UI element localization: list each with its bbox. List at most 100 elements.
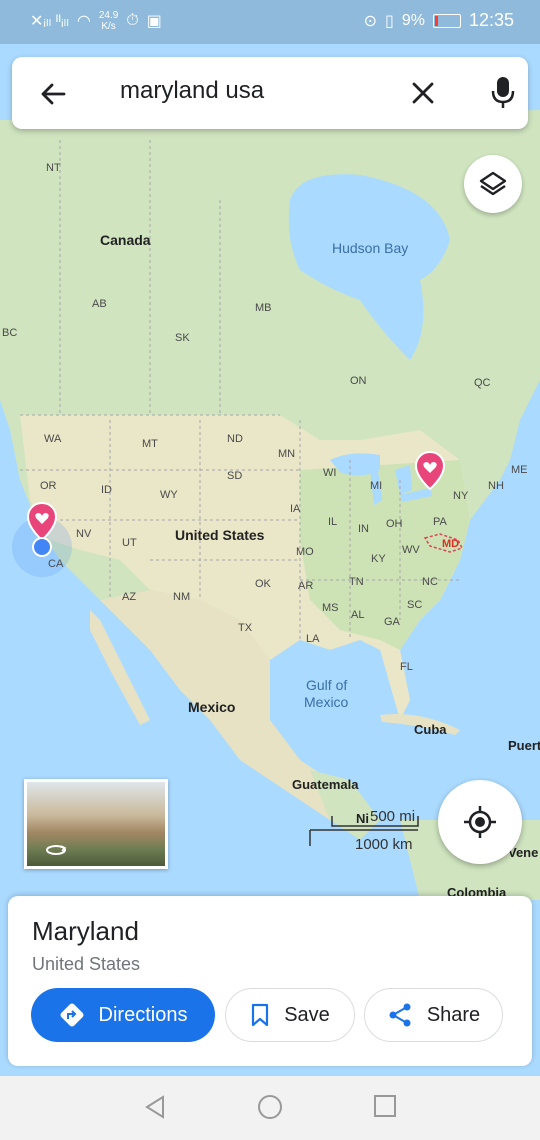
- map-label-qc: QC: [474, 377, 491, 389]
- map-label-sc: SC: [407, 599, 423, 611]
- battery-percent: 9%: [401, 11, 425, 29]
- map-label-ga: GA: [384, 616, 400, 628]
- map-label-nm: NM: [173, 591, 191, 603]
- map-label-wv: WV: [402, 544, 420, 556]
- map-label-pa: PA: [433, 516, 447, 528]
- map-label-ab: AB: [92, 298, 107, 310]
- search-bar[interactable]: maryland usa: [12, 57, 528, 129]
- vibrate-icon: ▯: [385, 12, 394, 30]
- back-arrow-icon[interactable]: [38, 79, 68, 109]
- map-label-ok: OK: [255, 578, 271, 590]
- map-label-ky: KY: [371, 553, 386, 565]
- map-label-mb: MB: [255, 302, 272, 314]
- network-speed: 24.9 K/s: [99, 10, 118, 32]
- map-label-mi: MI: [370, 480, 383, 492]
- share-icon: [389, 1003, 411, 1027]
- map-label-wi: WI: [323, 467, 337, 479]
- clock: 12:35: [468, 10, 514, 30]
- map-label-tx: TX: [238, 622, 253, 634]
- map-label-sd: SD: [227, 470, 243, 482]
- map-label-in: IN: [358, 523, 369, 535]
- map-label-sk: SK: [175, 332, 190, 344]
- map-label-ut: UT: [122, 537, 137, 549]
- system-nav-bar: [0, 1076, 540, 1140]
- map-label-mn: MN: [278, 448, 296, 460]
- map-label-gulf: Gulf of: [306, 677, 348, 693]
- map-label-canada: Canada: [100, 232, 151, 248]
- nav-home-button[interactable]: [257, 1094, 283, 1125]
- map-label-nh: NH: [488, 480, 504, 492]
- place-details-sheet[interactable]: Maryland United States Directions Save S…: [8, 896, 532, 1066]
- map-label-ms: MS: [322, 602, 339, 614]
- wifi-icon: ◠: [76, 13, 91, 30]
- clear-search-icon[interactable]: [407, 77, 439, 109]
- map-label-mexico-water: Mexico: [304, 694, 349, 710]
- nav-back-button[interactable]: [143, 1094, 167, 1125]
- scale-miles: 500 mi: [370, 808, 416, 825]
- map-layers-button[interactable]: [464, 155, 522, 213]
- map-label-fl: FL: [400, 661, 413, 673]
- map-label-il: IL: [328, 516, 338, 528]
- alarm-icon: ⏱: [126, 12, 139, 29]
- map-label-nc: NC: [422, 576, 438, 588]
- map-label-oh: OH: [386, 518, 403, 530]
- nav-recents-icon: [374, 1095, 396, 1117]
- map-label-al: AL: [351, 609, 365, 621]
- layers-icon: [479, 171, 507, 196]
- map-label-mo: MO: [296, 546, 314, 558]
- share-button[interactable]: Share: [364, 988, 503, 1042]
- network-speed-unit: K/s: [101, 21, 116, 32]
- signal-icon: ✕ᵢₗₗ ᴵᴵᵢₗₗ: [30, 13, 69, 30]
- map-label-puerto: Puert: [508, 738, 540, 753]
- map-label-ia: IA: [290, 503, 301, 515]
- map-label-ca: CA: [48, 558, 64, 570]
- street-view-thumbnail[interactable]: [24, 779, 168, 869]
- map-label-ar: AR: [298, 580, 314, 592]
- map-label-nt: NT: [46, 162, 61, 174]
- share-label: Share: [426, 1003, 481, 1026]
- current-location-dot-icon: [32, 537, 52, 557]
- nav-recents-button[interactable]: [373, 1094, 397, 1123]
- battery-icon: [432, 13, 461, 28]
- scale-km: 1000 km: [355, 836, 413, 853]
- map-label-on: ON: [350, 375, 367, 387]
- map-label-wa: WA: [44, 433, 62, 445]
- map-label-cuba: Cuba: [414, 722, 447, 737]
- network-speed-value: 24.9: [98, 10, 119, 21]
- status-bar: ✕ᵢₗₗ ᴵᴵᵢₗₗ ◠ 24.9 K/s ⏱ ▣ ⊙ ▯ 9% 12:35: [0, 0, 540, 44]
- map-label-id: ID: [101, 484, 112, 496]
- map-label-bc: BC: [2, 327, 18, 339]
- crosshair-location-icon: [464, 806, 496, 838]
- map-label-mt: MT: [142, 438, 158, 450]
- map-label-united-states: United States: [175, 527, 265, 543]
- map-label-me: ME: [511, 464, 528, 476]
- street-view-360-icon: [46, 845, 67, 855]
- map-label-la: LA: [306, 633, 320, 645]
- search-query[interactable]: maryland usa: [120, 77, 264, 105]
- map-label-nd: ND: [227, 433, 243, 445]
- maryland-pin-icon[interactable]: [414, 451, 446, 491]
- place-subtitle: United States: [32, 954, 141, 974]
- save-label: Save: [284, 1003, 330, 1026]
- map-label-mexico: Mexico: [188, 699, 236, 715]
- location-icon: ⊙: [363, 12, 378, 30]
- directions-icon: [60, 1003, 84, 1027]
- directions-label: Directions: [98, 1003, 188, 1026]
- save-button[interactable]: Save: [225, 988, 355, 1042]
- map-label-ny: NY: [453, 490, 469, 502]
- map-label-md: MD: [442, 538, 460, 550]
- bookmark-icon: [252, 1003, 269, 1027]
- map-label-nv: NV: [76, 528, 92, 540]
- map-label-guatemala: Guatemala: [292, 777, 359, 792]
- map-label-wy: WY: [160, 489, 178, 501]
- place-name: Maryland: [32, 916, 139, 946]
- map-label-hudson-bay: Hudson Bay: [332, 240, 409, 256]
- map-label-az: AZ: [122, 591, 137, 603]
- voice-search-mic-icon[interactable]: [488, 75, 518, 111]
- app-notification-icon: ▣: [146, 13, 162, 30]
- nav-home-icon: [258, 1095, 282, 1119]
- my-location-button[interactable]: [438, 780, 522, 864]
- directions-button[interactable]: Directions: [31, 988, 215, 1042]
- map-label-or: OR: [40, 480, 57, 492]
- map-label-tn: TN: [349, 576, 364, 588]
